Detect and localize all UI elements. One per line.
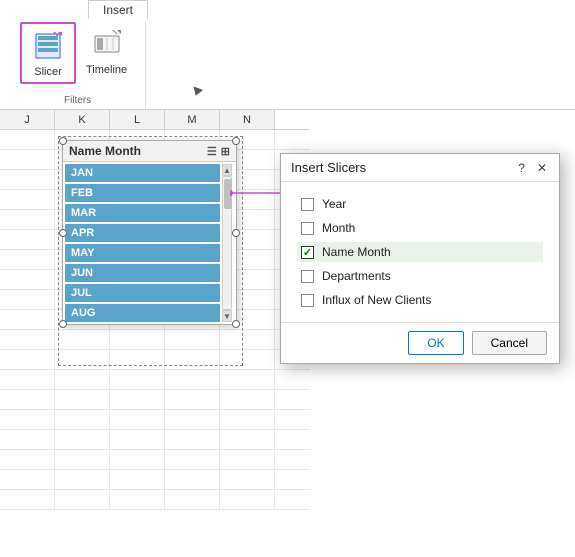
- timeline-icon: [89, 26, 125, 62]
- dialog-title: Insert Slicers: [291, 160, 366, 175]
- slicer-clear-filter-icon[interactable]: ☰: [207, 145, 217, 158]
- field-month-row[interactable]: Month: [297, 218, 543, 238]
- slicer-item-mar[interactable]: MAR: [65, 204, 220, 222]
- ribbon: Insert Slicer: [0, 0, 575, 110]
- dialog-footer: OK Cancel: [281, 322, 559, 363]
- timeline-button-label: Timeline: [86, 64, 127, 76]
- slicer-item-feb[interactable]: FEB: [65, 184, 220, 202]
- resize-handle-ml[interactable]: [59, 229, 67, 237]
- col-l: L: [110, 110, 165, 129]
- resize-handle-mr[interactable]: [232, 229, 240, 237]
- slicer-scrollbar: ▲ ▼: [222, 164, 234, 322]
- col-j: J: [0, 110, 55, 129]
- grid-row: [0, 430, 310, 450]
- field-name-month-label: Name Month: [322, 245, 391, 259]
- grid-row: [0, 490, 310, 510]
- dialog-body: Year Month ✓ Name Month Departments Infl…: [281, 182, 559, 322]
- dialog-titlebar-actions: ? ✕: [516, 161, 549, 175]
- field-month-checkbox[interactable]: [301, 222, 314, 235]
- field-influx-checkbox[interactable]: [301, 294, 314, 307]
- dialog-close-button[interactable]: ✕: [535, 161, 549, 175]
- field-name-month-checkbox[interactable]: ✓: [301, 246, 314, 259]
- grid-row: [0, 410, 310, 430]
- col-m: M: [165, 110, 220, 129]
- slicer-header: Name Month ☰ ⊞: [63, 141, 236, 162]
- slicer-button[interactable]: Slicer: [20, 22, 76, 84]
- col-n: N: [220, 110, 275, 129]
- filters-group-label: Filters: [64, 95, 91, 106]
- slicer-multiselect-icon[interactable]: ⊞: [221, 145, 230, 158]
- slicer-item-may[interactable]: MAY: [65, 244, 220, 262]
- slicer-button-label: Slicer: [34, 66, 62, 78]
- grid-row: [0, 330, 310, 350]
- resize-handle-br[interactable]: [232, 320, 240, 328]
- timeline-button[interactable]: Timeline: [78, 22, 135, 80]
- slicer-scroll-down[interactable]: ▼: [222, 310, 232, 322]
- slicer-scroll-up[interactable]: ▲: [222, 164, 232, 176]
- resize-handle-tl[interactable]: [59, 137, 67, 145]
- cancel-button[interactable]: Cancel: [472, 331, 547, 355]
- slicer-icon: [30, 28, 66, 64]
- field-year-label: Year: [322, 197, 346, 211]
- slicer-item-apr[interactable]: APR: [65, 224, 220, 242]
- slicer-scrollbar-track: [222, 176, 232, 310]
- field-influx-label: Influx of New Clients: [322, 293, 431, 307]
- slicer-widget: Name Month ☰ ⊞ JAN FEB MAR APR MAY JUN J…: [62, 140, 237, 325]
- grid-row: [0, 390, 310, 410]
- slicer-title: Name Month: [69, 144, 141, 158]
- dialog-titlebar: Insert Slicers ? ✕: [281, 154, 559, 182]
- col-k: K: [55, 110, 110, 129]
- slicer-item-aug[interactable]: AUG: [65, 304, 220, 322]
- field-influx-row[interactable]: Influx of New Clients: [297, 290, 543, 310]
- insert-slicers-dialog: Insert Slicers ? ✕ Year Month ✓ Name Mon…: [280, 153, 560, 364]
- slicer-scrollbar-thumb[interactable]: [224, 179, 232, 209]
- slicer-item-jul[interactable]: JUL: [65, 284, 220, 302]
- grid-row: [0, 370, 310, 390]
- resize-handle-tr[interactable]: [232, 137, 240, 145]
- field-departments-checkbox[interactable]: [301, 270, 314, 283]
- checkmark-icon: ✓: [303, 246, 312, 259]
- slicer-items: JAN FEB MAR APR MAY JUN JUL AUG: [65, 164, 220, 322]
- grid-row: [0, 450, 310, 470]
- insert-tab[interactable]: Insert: [88, 0, 148, 19]
- grid-row: [0, 350, 310, 370]
- slicer-body: JAN FEB MAR APR MAY JUN JUL AUG ▲ ▼: [63, 162, 236, 324]
- ok-button[interactable]: OK: [408, 331, 463, 355]
- field-departments-row[interactable]: Departments: [297, 266, 543, 286]
- ribbon-content: Slicer Timeline: [10, 4, 146, 110]
- resize-handle-bl[interactable]: [59, 320, 67, 328]
- grid-row: [0, 470, 310, 490]
- slicer-item-jun[interactable]: JUN: [65, 264, 220, 282]
- field-year-row[interactable]: Year: [297, 194, 543, 214]
- field-year-checkbox[interactable]: [301, 198, 314, 211]
- cursor-arrow: [191, 87, 203, 98]
- slicer-header-icons: ☰ ⊞: [207, 145, 230, 158]
- field-name-month-row[interactable]: ✓ Name Month: [297, 242, 543, 262]
- field-month-label: Month: [322, 221, 355, 235]
- grid-header: J K L M N: [0, 110, 310, 130]
- filters-group: Slicer Timeline: [10, 22, 146, 110]
- slicer-item-jan[interactable]: JAN: [65, 164, 220, 182]
- dialog-help-button[interactable]: ?: [516, 161, 527, 175]
- field-departments-label: Departments: [322, 269, 391, 283]
